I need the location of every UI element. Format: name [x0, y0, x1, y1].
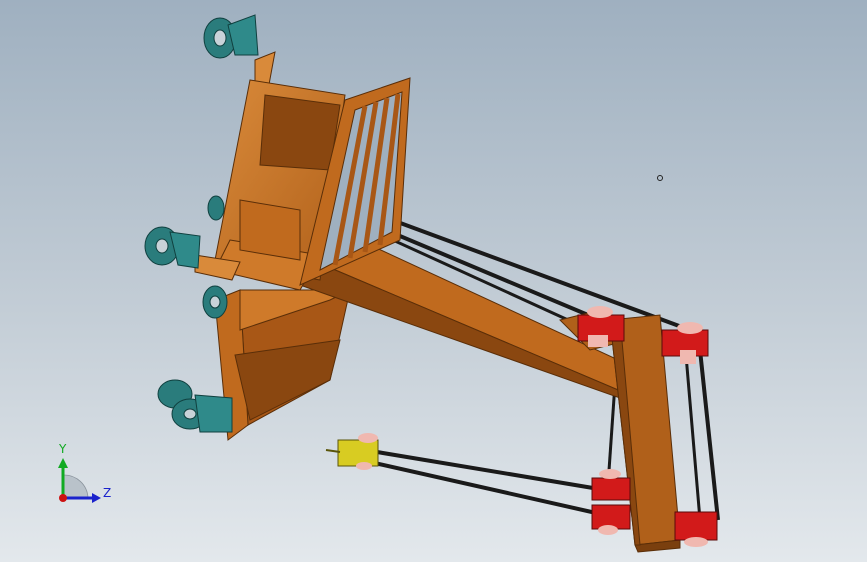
caster-wheel-icon	[144, 226, 201, 269]
hopper-body	[214, 289, 351, 441]
marker-dot	[657, 175, 663, 181]
pulley-block-icon	[591, 469, 631, 501]
coordinate-triad[interactable]	[58, 458, 101, 503]
caster-wheel-icon	[157, 379, 233, 433]
caster-wheel-icon	[207, 195, 225, 221]
z-arrow-icon	[92, 493, 101, 503]
caster-wheel-icon	[203, 14, 259, 59]
triad-xz-plane	[62, 474, 89, 499]
pulley-block-icon	[591, 504, 631, 535]
cable-icon	[684, 354, 702, 521]
y-axis-label: Y	[59, 442, 67, 456]
model-canvas[interactable]	[0, 0, 867, 562]
pulley-block-icon	[674, 511, 718, 547]
model-viewport[interactable]: Y Z	[0, 0, 867, 562]
cable-icon	[698, 349, 720, 521]
y-arrow-icon	[58, 458, 68, 468]
caster-wheel-icon	[202, 285, 228, 319]
z-axis-label: Z	[103, 486, 112, 500]
pulley-block-icon	[325, 433, 379, 470]
origin-icon	[59, 494, 67, 502]
